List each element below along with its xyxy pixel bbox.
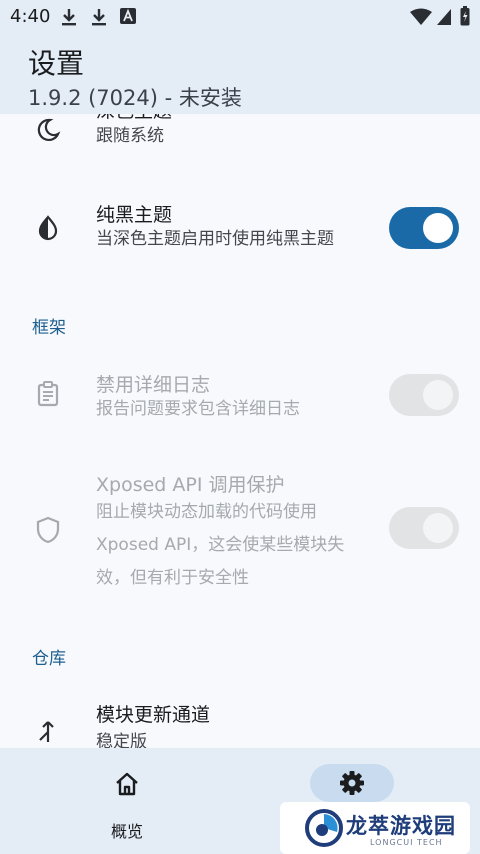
section-header-repository: 仓库 bbox=[32, 649, 66, 669]
pref-verbose-log-title: 禁用详细日志 bbox=[96, 374, 211, 396]
status-bar: 4:40 bbox=[0, 0, 480, 34]
wifi-icon bbox=[410, 8, 432, 25]
pref-api-protection-summary-line2: Xposed API，这会使某些模块失 bbox=[96, 535, 345, 555]
switch-knob bbox=[423, 513, 453, 543]
switch-knob bbox=[423, 213, 453, 243]
shield-icon bbox=[36, 516, 60, 544]
pref-dark-theme-summary: 跟随系统 bbox=[96, 126, 164, 146]
pref-black-theme-title: 纯黑主题 bbox=[96, 204, 173, 226]
download-icon bbox=[62, 9, 76, 26]
nav-item-settings[interactable] bbox=[310, 764, 394, 802]
verbose-log-switch[interactable] bbox=[389, 374, 459, 416]
watermark-subtext: LONGCUI TECH bbox=[370, 838, 443, 847]
battery-icon bbox=[460, 6, 470, 26]
app-header: 设置 1.9.2 (7024) - 未安装 bbox=[0, 34, 480, 114]
nav-overview-label: 概览 bbox=[111, 822, 144, 841]
pref-update-channel[interactable]: 模块更新通道 稳定版 bbox=[0, 698, 480, 748]
font-icon bbox=[120, 8, 136, 24]
black-theme-switch[interactable] bbox=[389, 207, 459, 249]
watermark-logo: 龙萃游戏园 LONGCUI TECH bbox=[280, 802, 470, 854]
contrast-icon bbox=[38, 215, 58, 241]
version-subtitle: 1.9.2 (7024) - 未安装 bbox=[28, 86, 242, 110]
pref-dark-theme[interactable]: 深色主题 跟随系统 bbox=[0, 114, 480, 170]
clipboard-icon bbox=[37, 381, 59, 407]
moon-icon bbox=[37, 118, 61, 141]
watermark-emblem-icon bbox=[305, 809, 343, 847]
pref-disable-verbose-log[interactable]: 禁用详细日志 报告问题要求包含详细日志 bbox=[0, 360, 480, 434]
pref-api-protection-summary-line1: 阻止模块动态加载的代码使用 bbox=[96, 502, 317, 522]
pref-verbose-log-summary: 报告问题要求包含详细日志 bbox=[96, 399, 300, 419]
switch-knob bbox=[423, 380, 453, 410]
pref-api-protection[interactable]: Xposed API 调用保护 阻止模块动态加载的代码使用 Xposed API… bbox=[0, 466, 480, 596]
cellular-signal-icon bbox=[437, 9, 451, 25]
settings-list[interactable]: 深色主题 跟随系统 纯黑主题 当深色主题启用时使用纯黑主题 框架 禁用详细日志 … bbox=[0, 114, 480, 748]
pref-black-theme-summary: 当深色主题启用时使用纯黑主题 bbox=[96, 229, 334, 249]
status-time: 4:40 bbox=[10, 6, 51, 27]
pref-update-channel-title: 模块更新通道 bbox=[96, 704, 211, 726]
download-icon bbox=[92, 9, 106, 26]
pref-api-protection-summary-line3: 效，但有利于安全性 bbox=[96, 568, 249, 588]
page-title: 设置 bbox=[28, 47, 85, 80]
api-protection-switch[interactable] bbox=[389, 507, 459, 549]
pref-update-channel-summary: 稳定版 bbox=[96, 732, 147, 748]
nav-item-overview[interactable]: 概览 bbox=[48, 748, 208, 854]
pref-black-theme[interactable]: 纯黑主题 当深色主题启用时使用纯黑主题 bbox=[0, 190, 480, 270]
watermark-text: 龙萃游戏园 bbox=[346, 814, 456, 838]
section-header-framework: 框架 bbox=[32, 318, 66, 338]
merge-icon bbox=[39, 721, 54, 742]
pref-api-protection-title: Xposed API 调用保护 bbox=[96, 474, 285, 496]
settings-gear-icon bbox=[340, 771, 364, 795]
home-icon bbox=[116, 772, 138, 796]
